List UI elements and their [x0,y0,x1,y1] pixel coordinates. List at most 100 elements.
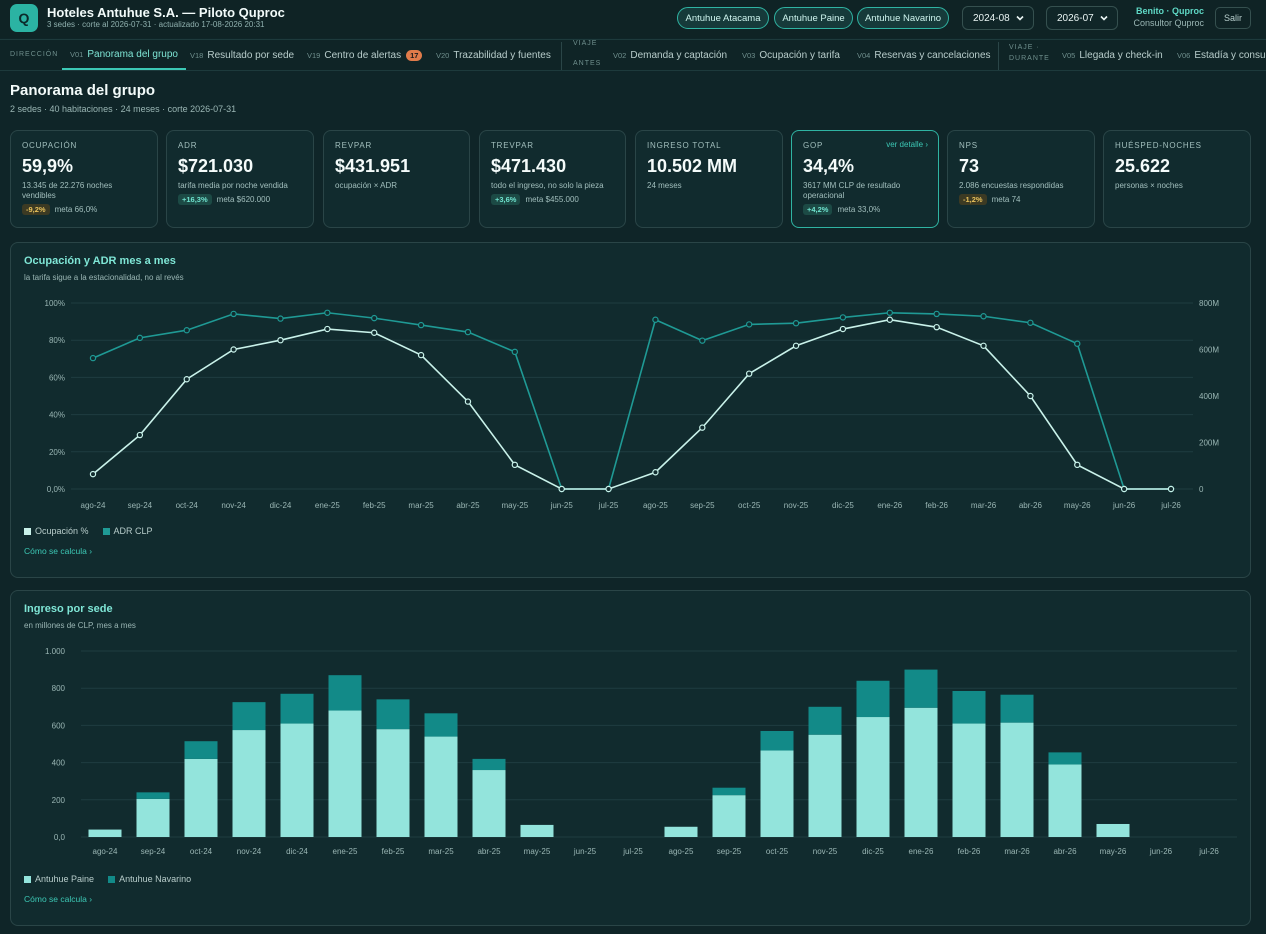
panel-title: Ingreso por sede [24,603,113,615]
bar-navarino [856,680,890,718]
kpi-card-trevpar[interactable]: TREVPAR $471.430 todo el ingreso, no sol… [479,130,626,228]
kpi-card-huesped-noches[interactable]: HUÉSPED-NOCHES 25.622 personas × noches [1103,130,1251,228]
legend-item-ocupacion[interactable]: Ocupación % [24,526,89,536]
tab-code: V06 [1177,50,1191,60]
kpi-description: personas × noches [1115,181,1183,190]
bar-navarino [136,792,170,799]
y-left-tick: 0,0% [47,485,65,494]
x-tick: jul-25 [598,501,619,510]
nav-divider [998,42,999,70]
tab-resultado-sede[interactable]: V18 Resultado por sede [190,40,294,70]
sede-chip-navarino[interactable]: Antuhue Navarino [857,7,949,29]
tab-label: Reservas y cancelaciones [874,49,991,61]
how-calculated-link[interactable]: Cómo se calcula › [24,546,92,556]
tab-llegada[interactable]: V05 Llegada y check-in [1062,40,1163,70]
delta-badge: -1,2% [959,194,987,205]
legend-label: Antuhue Navarino [119,874,192,884]
occupancy-point [980,342,987,349]
adr-point [183,327,190,334]
period-to-select[interactable]: 2026-07 [1046,6,1118,30]
x-tick: feb-26 [958,847,981,856]
bar-paine [664,826,698,837]
adr-point [417,321,425,329]
occupancy-point [558,485,565,493]
adr-point [89,354,97,362]
panel-subtitle: en millones de CLP, mes a mes [24,621,136,630]
tab-estadia[interactable]: V06Estadía y consumo [1177,40,1266,70]
logout-button[interactable]: Salir [1215,7,1251,29]
sede-chip-atacama[interactable]: Antuhue Atacama [677,7,769,29]
tab-label: Resultado por sede [207,49,295,61]
tab-label: Ocupación y tarifa [759,49,840,61]
bar-paine [136,798,170,837]
kpi-card-revpar[interactable]: REVPAR $431.951 ocupación × ADR [323,130,470,228]
period-from-select[interactable]: 2024-08 [962,6,1034,30]
chevron-down-icon [1016,15,1024,21]
x-tick: nov-25 [813,847,838,856]
tab-code: V19 [307,50,321,60]
kpi-card-adr[interactable]: ADR $721.030 tarifa media por noche vend… [166,130,314,228]
y-tick: 400 [52,759,66,768]
how-calculated-link[interactable]: Cómo se calcula › [24,894,92,904]
kpi-value: 34,4% [803,156,855,176]
y-right-tick: 400M [1199,392,1219,401]
legend-item-navarino[interactable]: Antuhue Navarino [108,874,191,884]
tab-centro-alertas[interactable]: V19 Centro de alertas 17 [307,40,423,70]
tab-trazabilidad[interactable]: V20 Trazabilidad y fuentes [436,40,551,70]
x-tick: ene-26 [877,501,902,510]
tab-ocupacion-tarifa[interactable]: V03 Ocupación y tarifa [742,40,840,70]
bar-navarino [232,702,266,731]
bar-paine [520,824,554,837]
kpi-label: ADR [178,141,198,150]
chart-legend: Ocupación % ADR CLP [24,526,153,536]
x-tick: feb-25 [363,501,386,510]
occupancy-point [1074,461,1081,469]
legend-swatch [108,876,116,884]
bar-navarino [808,706,842,735]
kpi-card-ingreso[interactable]: INGRESO TOTAL 10.502 MM 24 meses [635,130,783,228]
occupancy-point [136,431,144,439]
panel-subtitle: la tarifa sigue a la estacionalidad, no … [24,273,184,282]
x-tick: abr-25 [477,847,501,856]
nav-group-antes-2: ANTES [573,60,602,67]
kpi-card-nps[interactable]: NPS 73 2.086 encuestas respondidas -1,2%… [947,130,1095,228]
bar-paine [712,795,746,837]
x-tick: mar-26 [1004,847,1030,856]
tab-panorama[interactable]: V01 Panorama del grupo [62,40,186,70]
adr-point [511,348,519,356]
tab-demanda[interactable]: V02 Demanda y captación [613,40,727,70]
y-right-tick: 0 [1199,485,1204,494]
tab-code: V18 [190,50,204,60]
kpi-card-gop[interactable]: GOP ver detalle › 34,4% 3617 MM CLP de r… [791,130,939,228]
y-left-tick: 60% [49,373,65,382]
bar-navarino [760,730,794,751]
occupancy-point [464,398,472,405]
tab-code: V03 [742,50,756,60]
chart-legend: Antuhue Paine Antuhue Navarino [24,874,191,884]
y-tick: 800 [52,684,66,693]
sede-chip-paine[interactable]: Antuhue Paine [774,7,853,29]
bar-paine [952,723,986,837]
app-logo[interactable]: Q [10,4,38,32]
tab-reservas[interactable]: V04 Reservas y cancelaciones [857,40,991,70]
adr-point [933,310,940,318]
tab-code: V04 [857,50,871,60]
x-tick: feb-26 [925,501,948,510]
legend-item-adr[interactable]: ADR CLP [102,526,153,536]
kpi-label: REVPAR [335,141,373,150]
legend-item-paine[interactable]: Antuhue Paine [24,874,94,884]
x-tick: ene-25 [333,847,358,856]
occupancy-point [745,370,753,377]
adr-point [1027,319,1034,326]
kpi-description: ocupación × ADR [335,181,398,190]
x-tick: may-26 [1100,847,1127,856]
x-tick: sep-24 [128,501,153,510]
adr-point [792,320,800,327]
y-left-tick: 100% [45,299,65,308]
occupancy-point [371,329,378,336]
occupancy-point [933,323,940,331]
kpi-label: OCUPACIÓN [22,141,78,150]
kpi-card-ocupacion[interactable]: OCUPACIÓN 59,9% 13.345 de 22.276 noches … [10,130,158,228]
legend-label: ADR CLP [113,526,153,536]
detail-link[interactable]: ver detalle › [886,140,928,149]
